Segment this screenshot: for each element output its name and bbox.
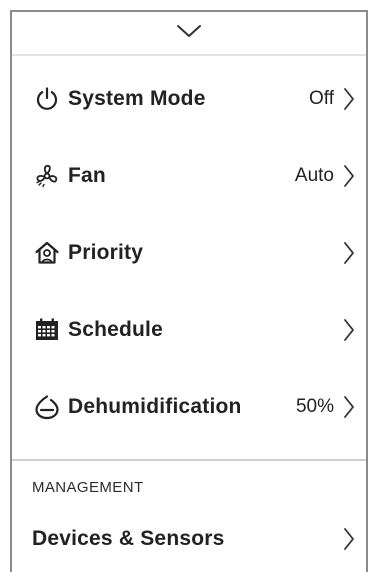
chevron-right-icon xyxy=(342,240,356,266)
fan-icon xyxy=(32,161,62,191)
menu-item-system-mode[interactable]: System Mode Off xyxy=(12,60,366,137)
humidity-icon xyxy=(32,392,62,422)
menu-item-label: System Mode xyxy=(68,86,206,110)
menu-item-fan[interactable]: Fan Auto xyxy=(12,137,366,214)
calendar-icon xyxy=(32,315,62,345)
menu-item-value: Off xyxy=(309,87,334,109)
menu-item-devices-sensors[interactable]: Devices & Sensors xyxy=(12,511,366,567)
home-priority-icon xyxy=(32,238,62,268)
menu-item-priority[interactable]: Priority xyxy=(12,214,366,291)
menu-item-dehumidification[interactable]: Dehumidification 50% xyxy=(12,368,366,445)
menu-item-label: Priority xyxy=(68,240,144,264)
menu-item-value: 50% xyxy=(295,395,334,417)
settings-menu: System Mode Off Fan Auto Priority Schedu… xyxy=(12,60,366,445)
menu-item-label: Fan xyxy=(68,163,106,187)
management-section-header: MANAGEMENT xyxy=(32,479,144,496)
power-icon xyxy=(32,84,62,114)
collapse-button[interactable] xyxy=(12,12,366,56)
chevron-right-icon xyxy=(342,317,356,343)
menu-item-value: Auto xyxy=(294,164,334,186)
chevron-down-icon xyxy=(175,23,203,44)
chevron-right-icon xyxy=(342,394,356,420)
menu-item-label: Devices & Sensors xyxy=(32,527,225,550)
chevron-right-icon xyxy=(342,163,356,189)
chevron-right-icon xyxy=(342,86,356,112)
chevron-right-icon xyxy=(342,526,356,552)
menu-item-label: Schedule xyxy=(68,317,163,341)
menu-item-label: Dehumidification xyxy=(68,394,242,418)
menu-item-schedule[interactable]: Schedule xyxy=(12,291,366,368)
settings-panel: System Mode Off Fan Auto Priority Schedu… xyxy=(10,10,368,572)
